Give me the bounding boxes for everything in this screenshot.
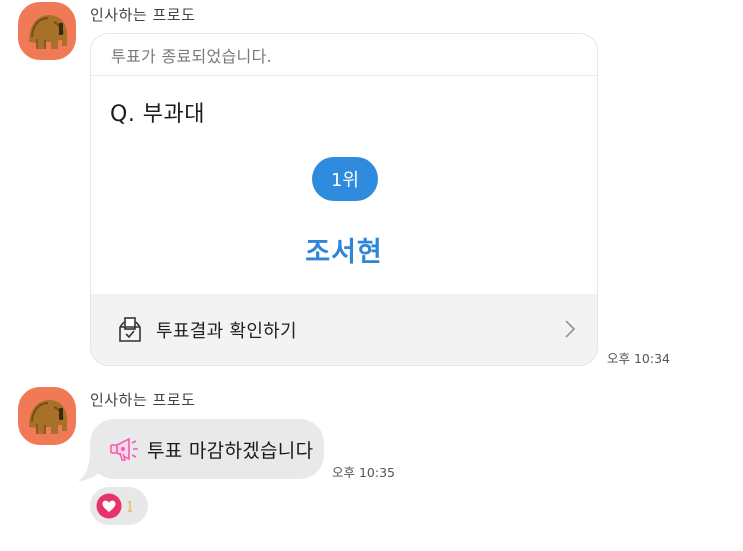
message-timestamp: 오후 10:34	[607, 351, 670, 366]
poll-results-label: 투표결과 확인하기	[156, 320, 297, 342]
poll-winner: 조서현	[305, 237, 383, 268]
reaction-count: 1	[127, 500, 132, 512]
frodo-character-icon	[29, 400, 67, 434]
heart-icon	[96, 493, 122, 519]
frodo-character-icon	[29, 15, 67, 49]
message-bubble[interactable]: 투표 마감하겠습니다	[90, 419, 324, 479]
message-text: 투표 마감하겠습니다	[147, 439, 314, 462]
megaphone-icon	[110, 437, 138, 461]
view-poll-results-button[interactable]: 투표결과 확인하기	[91, 294, 597, 365]
avatar[interactable]	[18, 387, 76, 445]
chevron-right-icon	[565, 320, 576, 338]
reaction-badge[interactable]: 1	[90, 487, 148, 525]
poll-status: 투표가 종료되었습니다.	[91, 34, 597, 76]
poll-question: Q. 부과대	[110, 102, 206, 127]
ballot-box-icon	[119, 316, 141, 342]
avatar[interactable]	[18, 2, 76, 60]
poll-card[interactable]: 투표가 종료되었습니다. Q. 부과대 1위 조서현 투표결과 확인하기	[90, 33, 598, 366]
sender-name: 인사하는 프로도	[90, 6, 196, 24]
rank-badge: 1위	[312, 157, 378, 201]
sender-name: 인사하는 프로도	[90, 391, 196, 409]
message-timestamp: 오후 10:35	[332, 465, 395, 480]
